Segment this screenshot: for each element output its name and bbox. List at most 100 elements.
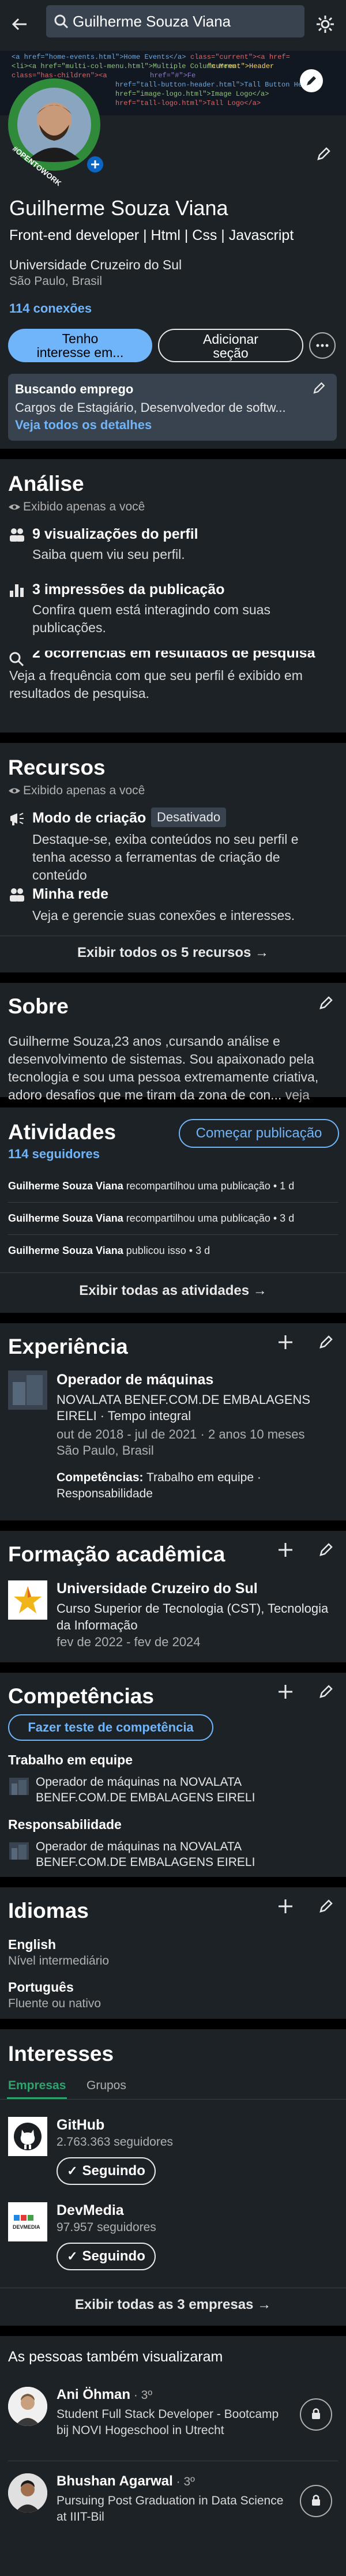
search-icon (53, 13, 69, 29)
svg-text:href="tall-button-header.html": href="tall-button-header.html">Tall Butt… (115, 81, 319, 89)
connect-button[interactable] (300, 2398, 332, 2431)
svg-text:<a href="home-events.html">Hom: <a href="home-events.html">Home Events</… (12, 53, 186, 61)
svg-text:<li><a href="multi-col-menu.ht: <li><a href="multi-col-menu.html">Multip… (12, 62, 236, 70)
open-to-work-box[interactable]: Buscando emprego Cargos de Estagiário, D… (8, 374, 337, 441)
analytics-visibility: Exibido apenas a você (23, 500, 145, 513)
back-arrow-icon[interactable] (9, 14, 30, 35)
activity-action: publicou isso • 3 d (123, 1245, 210, 1256)
profile-views-item[interactable]: 9 visualizações do perfil Saiba quem viu… (0, 524, 346, 570)
add-skill-plus-icon[interactable] (276, 1682, 295, 1702)
profile-headline: Front-end developer | Html | Css | Javas… (9, 227, 294, 243)
connect-button[interactable] (300, 2485, 332, 2517)
experience-location: São Paulo, Brasil (57, 1443, 154, 1458)
education-edit-pencil-icon[interactable] (316, 1540, 336, 1560)
more-options-button[interactable] (309, 332, 336, 359)
activity-item[interactable]: Guilherme Souza Viana publicou isso • 3 … (8, 1245, 343, 1262)
company-name[interactable]: DevMedia (57, 2202, 124, 2219)
experience-skills: Competências: Trabalho em equipe · Respo… (57, 1470, 328, 1502)
show-all-companies-link[interactable]: Exibir todas as 3 empresas → (0, 2297, 346, 2313)
experience-company-1: NOVALATA BENEF.COM.DE EMBALAGENS (57, 1392, 311, 1407)
skill-name[interactable]: Trabalho em equipe (8, 1752, 133, 1768)
activity-action: recompartilhou uma publicação • 3 d (123, 1212, 295, 1224)
languages-edit-pencil-icon[interactable] (316, 1897, 336, 1916)
connections-link[interactable]: 114 conexões (9, 301, 92, 316)
skill-assessment-button[interactable]: Fazer teste de competência (8, 1714, 213, 1741)
person-name-line: Ani Öhman · 3º (57, 2387, 152, 2403)
add-education-plus-icon[interactable] (276, 1540, 295, 1560)
activity-item[interactable]: Guilherme Souza Viana recompartilhou uma… (8, 1212, 343, 1230)
check-icon: ✓ (67, 2164, 78, 2178)
search-input[interactable]: Guilherme Souza Viana (46, 5, 304, 37)
cover-edit-pencil-icon[interactable] (300, 69, 323, 92)
add-photo-plus-icon[interactable] (85, 155, 105, 174)
following-button[interactable]: ✓ Seguindo (57, 2243, 156, 2270)
search-appearances-title: 2 ocorrências em resultados de pesquisa (32, 651, 315, 661)
profile-views-title: 9 visualizações do perfil (32, 526, 198, 542)
language-level: Fluente ou nativo (8, 1997, 101, 2010)
settings-gear-icon[interactable] (315, 14, 336, 35)
add-language-plus-icon[interactable] (276, 1897, 295, 1916)
experience-title: Experiência (8, 1335, 128, 1358)
experience-skills-label: Competências: (57, 1471, 144, 1484)
resources-title: Recursos (8, 756, 106, 779)
experience-company-2: EIRELI · Tempo integral (57, 1409, 191, 1423)
divider (0, 1272, 346, 1273)
creator-mode-item[interactable]: Modo de criação Desativado Destaque-se, … (0, 808, 346, 883)
person-headline: Pursuing Post Graduation in Data Science… (57, 2494, 284, 2524)
company-followers: 2.763.363 seguidores (57, 2135, 173, 2149)
company-logo-icon[interactable] (8, 1370, 47, 1410)
tab-companies[interactable]: Empresas (8, 2079, 66, 2093)
education-dates: fev de 2022 - fev de 2024 (57, 1635, 201, 1649)
skills-card: Competências Fazer teste de competência … (0, 1673, 346, 1877)
experience-role[interactable]: Operador de máquinas (57, 1372, 213, 1388)
add-experience-plus-icon[interactable] (276, 1332, 295, 1352)
skills-edit-pencil-icon[interactable] (316, 1682, 336, 1702)
job-seeking-edit-pencil-icon[interactable] (310, 380, 328, 397)
person-item[interactable]: Bhushan Agarwal · 3º Pursuing Post Gradu… (0, 2471, 346, 2540)
following-label: Seguindo (82, 2163, 145, 2179)
profile-location: São Paulo, Brasil (9, 275, 103, 288)
activity-followers[interactable]: 114 seguidores (8, 1147, 100, 1162)
person-item[interactable]: Ani Öhman · 3º Student Full Stack Develo… (0, 2385, 346, 2454)
top-bar: Guilherme Souza Viana (0, 0, 346, 51)
profile-edit-pencil-icon[interactable] (314, 144, 333, 164)
company-name[interactable]: GitHub (57, 2117, 104, 2134)
people-icon (8, 886, 25, 903)
about-edit-pencil-icon[interactable] (316, 993, 336, 1013)
education-school[interactable]: Universidade Cruzeiro do Sul (57, 1580, 258, 1597)
open-to-button[interactable]: Tenho interesse em... (8, 329, 152, 362)
experience-edit-pencil-icon[interactable] (316, 1332, 336, 1352)
show-all-activity-link[interactable]: Exibir todas as atividades → (0, 1283, 346, 1299)
about-text-body: Guilherme Souza,23 anos ,cursando anális… (8, 1034, 319, 1102)
avatar[interactable]: #OPENTOWORK (8, 78, 100, 187)
people-also-viewed-card: As pessoas também visualizaram Ani Öhman… (0, 2336, 346, 2576)
skill-name[interactable]: Responsabilidade (8, 1817, 122, 1833)
about-card: Sobre Guilherme Souza,23 anos ,cursando … (0, 983, 346, 1120)
education-degree: Curso Superior de Tecnologia (CST), Tecn… (57, 1601, 329, 1632)
resources-visibility: Exibido apenas a você (23, 784, 145, 797)
briefcase-icon (8, 1840, 30, 1862)
devmedia-logo-icon[interactable]: DEVMEDIA (8, 2202, 47, 2241)
school-logo-icon[interactable] (8, 1580, 47, 1620)
following-button[interactable]: ✓ Seguindo (57, 2157, 156, 2185)
tab-groups[interactable]: Grupos (86, 2079, 126, 2093)
github-logo-icon[interactable] (8, 2117, 47, 2156)
experience-card: Experiência Operador de máquinas NOVALAT… (0, 1323, 346, 1520)
language-level: Nível intermediário (8, 1954, 110, 1967)
creator-mode-status-badge: Desativado (151, 808, 227, 827)
eye-icon (8, 501, 21, 513)
start-post-button[interactable]: Começar publicação (179, 1119, 339, 1148)
show-all-resources-link[interactable]: Exibir todos os 5 recursos → (0, 945, 346, 961)
activity-item[interactable]: Guilherme Souza Viana recompartilhou uma… (8, 1180, 343, 1197)
person-headline: Student Full Stack Developer - Bootcamp … (57, 2408, 279, 2437)
add-section-button[interactable]: Adicionar seção (158, 329, 303, 362)
post-impressions-item[interactable]: 3 impressões da publicação Confira quem … (0, 579, 346, 643)
job-seeking-details-link[interactable]: Veja todos os detalhes (15, 418, 152, 433)
activity-card: Atividades 114 seguidores Começar public… (0, 1107, 346, 1313)
person-name: Bhushan Agarwal (57, 2473, 173, 2489)
search-appearances-item[interactable]: 2 ocorrências em resultados de pesquisa … (0, 651, 346, 720)
my-network-item[interactable]: Minha rede Veja e gerencie suas conexões… (0, 884, 346, 930)
post-impressions-desc: Confira quem está interagindo com suas p… (32, 602, 270, 635)
resources-card: Recursos Exibido apenas a você Modo de c… (0, 743, 346, 972)
activity-action: recompartilhou uma publicação • 1 d (123, 1180, 295, 1192)
